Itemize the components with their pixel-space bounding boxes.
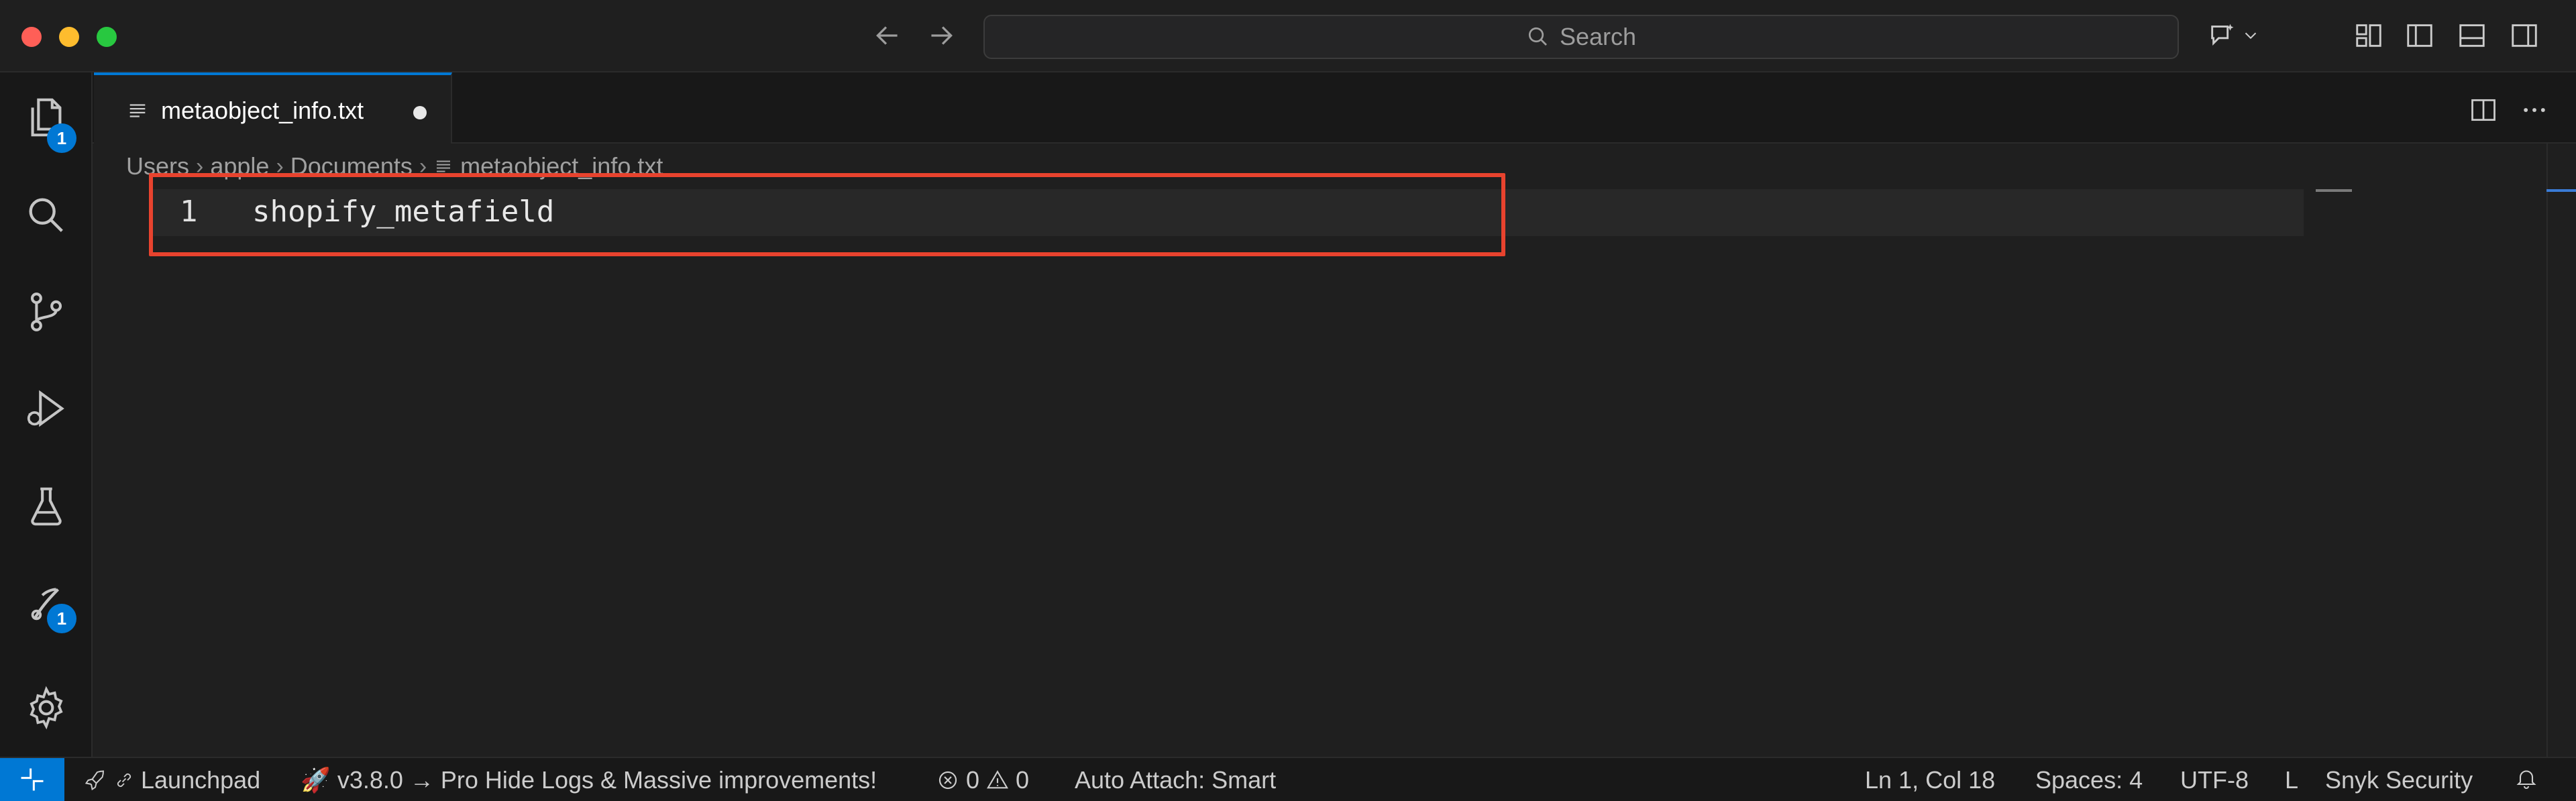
error-icon <box>938 771 957 790</box>
search-view-icon[interactable] <box>23 192 70 239</box>
tab-label: metaobject_info.txt <box>161 97 364 124</box>
toggle-panel-icon[interactable] <box>2457 20 2487 51</box>
copilot-chat-icon[interactable] <box>2207 20 2238 51</box>
eol-item[interactable]: L <box>2285 766 2298 794</box>
close-window-button[interactable] <box>21 27 42 47</box>
indentation: Spaces: 4 <box>2035 766 2143 794</box>
activity-bar: 1 1 <box>0 72 93 757</box>
version-message: v3.8.0 → Pro Hide Logs & Massive improve… <box>337 766 877 794</box>
rocket-icon <box>85 770 104 791</box>
indentation-item[interactable]: Spaces: 4 <box>2035 766 2143 794</box>
snyk-label: Snyk Security <box>2325 766 2473 794</box>
search-icon <box>1528 27 1547 46</box>
launchpad-label: Launchpad <box>141 766 261 794</box>
customize-layout-icon[interactable] <box>2353 20 2384 51</box>
tab-metaobject-info[interactable]: metaobject_info.txt <box>94 72 452 144</box>
back-arrow-icon[interactable] <box>871 19 904 52</box>
explorer-badge: 1 <box>47 123 76 153</box>
problems-item[interactable]: 0 0 <box>936 766 1029 794</box>
warning-count: 0 <box>1016 766 1030 794</box>
snyk-security-item[interactable]: Snyk Security <box>2325 766 2473 794</box>
source-control-icon[interactable] <box>23 288 70 335</box>
rocket-emoji-icon: 🚀 <box>301 766 331 794</box>
toggle-primary-sidebar-icon[interactable] <box>2404 20 2435 51</box>
vertical-scrollbar[interactable] <box>2546 144 2548 757</box>
warning-icon <box>987 770 1009 789</box>
highlight-annotation-box <box>149 173 1505 256</box>
title-bar: Search <box>0 0 2576 72</box>
version-update-item[interactable]: 🚀 v3.8.0 → Pro Hide Logs & Massive impro… <box>301 766 877 794</box>
toggle-secondary-sidebar-icon[interactable] <box>2509 20 2540 51</box>
unsaved-dot-icon[interactable] <box>413 106 427 119</box>
minimize-window-button[interactable] <box>59 27 79 47</box>
split-editor-icon[interactable] <box>2469 95 2498 125</box>
remote-indicator[interactable] <box>0 758 64 801</box>
eol: L <box>2285 766 2299 794</box>
gear-icon[interactable] <box>23 684 70 731</box>
link-icon <box>117 773 131 788</box>
text-file-icon <box>129 104 146 117</box>
error-count: 0 <box>966 766 980 794</box>
chevron-down-icon[interactable] <box>2241 20 2261 51</box>
auto-attach-label: Auto Attach: Smart <box>1075 766 1277 794</box>
more-actions-icon[interactable] <box>2520 95 2549 125</box>
command-center-search[interactable]: Search <box>983 15 2179 59</box>
editor-tab-bar: metaobject_info.txt <box>93 72 2576 144</box>
launchpad-item[interactable]: Launchpad <box>83 766 260 794</box>
auto-attach-item[interactable]: Auto Attach: Smart <box>1075 766 1276 794</box>
notifications-item[interactable] <box>2514 766 2538 790</box>
testing-flask-icon[interactable] <box>23 483 70 530</box>
scrollbar-cursor-marker <box>2546 189 2576 192</box>
bell-icon <box>2516 770 2536 789</box>
run-and-debug-icon[interactable] <box>23 385 70 432</box>
cursor-position-item[interactable]: Ln 1, Col 18 <box>1865 766 1995 794</box>
remote-connection-icon <box>21 768 44 791</box>
encoding: UTF-8 <box>2180 766 2249 794</box>
extension-badge: 1 <box>47 604 76 633</box>
forward-arrow-icon[interactable] <box>924 19 958 52</box>
encoding-item[interactable]: UTF-8 <box>2180 766 2249 794</box>
status-bar: Launchpad 🚀 v3.8.0 → Pro Hide Logs & Mas… <box>0 757 2576 801</box>
maximize-window-button[interactable] <box>97 27 117 47</box>
minimap[interactable] <box>2316 189 2352 192</box>
search-placeholder: Search <box>1559 23 1637 50</box>
cursor-position: Ln 1, Col 18 <box>1865 766 1996 794</box>
vscode-window: Search 1 1 metaobject_info.txt Users › a… <box>0 0 2576 801</box>
